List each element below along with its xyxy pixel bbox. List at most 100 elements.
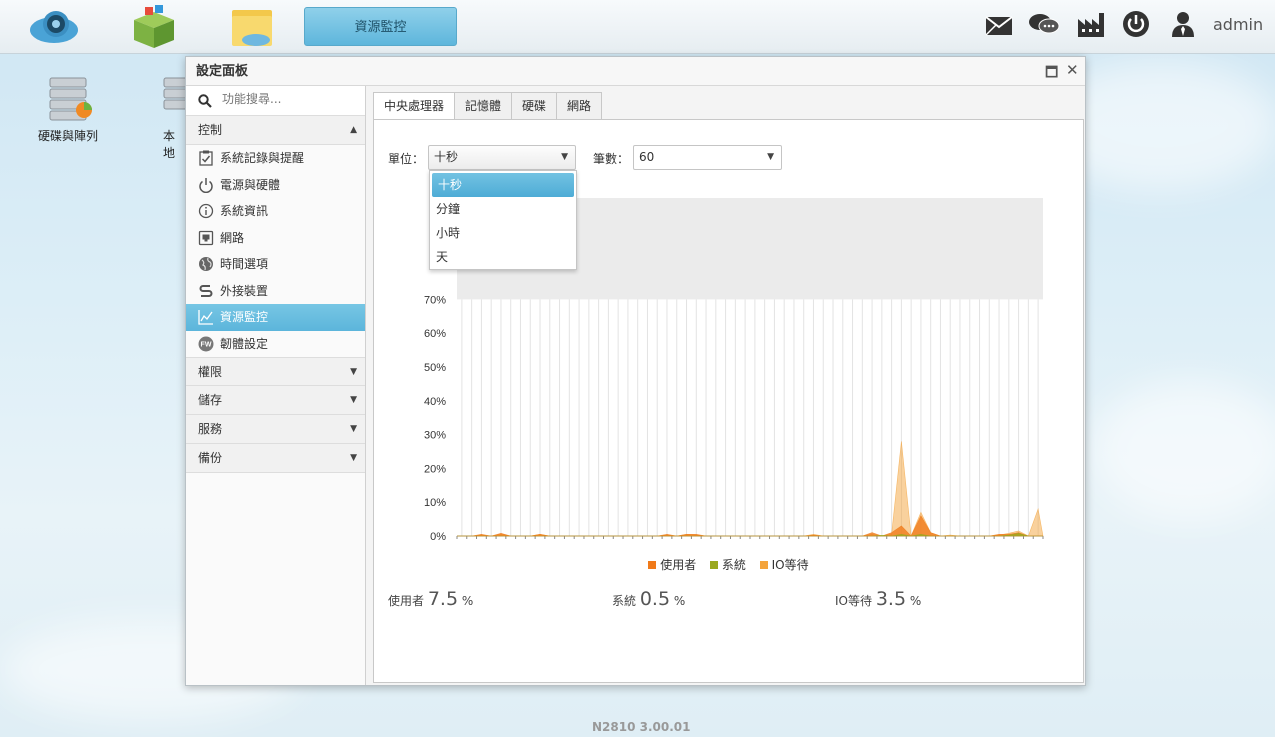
count-label: 筆數： [593, 152, 630, 166]
tab-disk[interactable]: 硬碟 [511, 92, 558, 120]
section-backup[interactable]: 備份 ▼ [186, 444, 365, 473]
unit-select-value: 十秒 [434, 150, 459, 164]
folder-icon[interactable] [228, 4, 276, 50]
legend-swatch-user [648, 561, 657, 569]
y-tick-label: 50% [424, 362, 446, 374]
chevron-down-icon: ▼ [350, 424, 357, 434]
storage-icon [163, 77, 186, 110]
section-permissions[interactable]: 權限 ▼ [186, 357, 365, 386]
info-icon [198, 203, 214, 219]
sidebar-item-label: 時間選項 [220, 257, 269, 271]
chart-icon [198, 310, 213, 325]
stat-iowait: IO等待 3.5 % [835, 588, 921, 610]
legend-label-user: 使用者 [660, 558, 697, 572]
sidebar-item-system-log[interactable]: 系統記錄與提醒 [186, 145, 365, 172]
sidebar-item-label: 韌體設定 [220, 336, 269, 351]
section-storage[interactable]: 儲存 ▼ [186, 386, 365, 415]
desktop-icon-label: 硬碟與陣列 [37, 129, 98, 143]
unit-option-10s[interactable]: 十秒 [432, 173, 574, 197]
package-icon[interactable] [128, 4, 180, 50]
chat-icon[interactable] [1028, 9, 1060, 39]
sidebar-item-network[interactable]: 網路 [186, 225, 365, 252]
sidebar-item-label: 網路 [220, 230, 245, 245]
network-icon [198, 230, 214, 245]
stat-unit: % [909, 594, 922, 608]
unit-option-hour[interactable]: 小時 [430, 221, 576, 245]
tab-bar: 中央處理器 記憶體 硬碟 網路 [373, 92, 603, 120]
tab-memory[interactable]: 記憶體 [454, 92, 513, 120]
window-title: 設定面板 [186, 57, 1085, 86]
y-tick-label: 40% [424, 396, 446, 408]
chart-legend: 使用者 系統 IO等待 [374, 556, 1083, 573]
desktop-icon-storage[interactable]: 本地 [156, 76, 186, 161]
power-icon[interactable] [1121, 9, 1151, 39]
unit-select[interactable]: 十秒 ▼ [428, 145, 576, 170]
unit-dropdown-menu: 十秒 分鐘 小時 天 [429, 170, 577, 270]
sidebar-item-label: 系統記錄與提醒 [220, 151, 305, 165]
search-box[interactable] [186, 86, 365, 116]
sidebar-item-resource-monitor[interactable]: 資源監控 [186, 304, 365, 331]
username-label[interactable]: admin [1213, 15, 1263, 34]
count-select[interactable]: 60 ▼ [633, 145, 782, 170]
section-label: 控制 [198, 123, 223, 137]
sidebar-item-external[interactable]: 外接裝置 [186, 278, 365, 305]
svg-text:FW: FW [201, 341, 212, 348]
active-app-button[interactable]: 資源監控 [304, 7, 457, 46]
search-icon [198, 94, 212, 108]
sidebar-item-time[interactable]: 時間選項 [186, 251, 365, 278]
search-input[interactable] [222, 92, 352, 106]
stat-label: 系統 [612, 594, 637, 608]
user-icon[interactable] [1168, 9, 1198, 39]
settings-window: 設定面板 🗖 ✕ 控制 ▲ 系統記錄與提醒 電源與硬體 系統資訊 [185, 56, 1086, 686]
stat-unit: % [673, 594, 686, 608]
y-tick-label: 30% [424, 430, 446, 442]
mail-icon[interactable] [984, 9, 1014, 39]
maximize-icon[interactable]: 🗖 [1045, 62, 1058, 86]
section-services[interactable]: 服務 ▼ [186, 415, 365, 444]
section-control[interactable]: 控制 ▲ [186, 116, 365, 145]
desktop-icon-disk-array[interactable]: 硬碟與陣列 [34, 76, 102, 144]
tab-network[interactable]: 網路 [556, 92, 603, 120]
sidebar-item-firmware[interactable]: FW 韌體設定 [186, 331, 365, 358]
close-icon[interactable]: ✕ [1066, 61, 1079, 79]
y-tick-label: 0% [430, 531, 446, 543]
y-tick-label: 10% [424, 497, 446, 509]
caret-down-icon: ▼ [561, 152, 568, 162]
unit-option-minute[interactable]: 分鐘 [430, 197, 576, 221]
section-label: 備份 [198, 451, 223, 465]
sidebar-item-label: 資源監控 [220, 310, 269, 324]
sidebar-item-label: 電源與硬體 [220, 177, 281, 192]
y-tick-label: 60% [424, 328, 446, 340]
stat-label: IO等待 [835, 594, 872, 608]
sidebar-item-power[interactable]: 電源與硬體 [186, 172, 365, 199]
content-area: 中央處理器記憶體硬碟網路 單位： 十秒 ▼ 筆數： 60 ▼ 109870%60… [368, 86, 1085, 685]
tab-cpu[interactable]: 中央處理器 [373, 92, 456, 120]
stat-value: 7.5 [427, 588, 459, 610]
stat-system: 系統 0.5 % [612, 588, 685, 610]
y-tick-label: 20% [424, 463, 446, 475]
version-label: N2810 3.00.01 [592, 720, 691, 734]
stat-user: 使用者 7.5 % [388, 588, 473, 610]
stat-value: 3.5 [875, 588, 907, 610]
sidebar-item-label: 系統資訊 [220, 204, 269, 218]
sidebar: 控制 ▲ 系統記錄與提醒 電源與硬體 系統資訊 網路 時間選項 外接裝置 [186, 86, 366, 685]
background-cloud [1090, 380, 1275, 520]
legend-swatch-iowait [759, 561, 768, 569]
taskbar: 資源監控 admin [0, 0, 1275, 54]
sidebar-item-system-info[interactable]: 系統資訊 [186, 198, 365, 225]
unit-option-day[interactable]: 天 [430, 245, 576, 269]
chevron-down-icon: ▼ [350, 395, 357, 405]
chevron-down-icon: ▼ [350, 453, 357, 463]
caret-down-icon: ▼ [767, 152, 774, 162]
firmware-icon: FW [198, 336, 214, 351]
power-icon [199, 177, 213, 193]
legend-label-system: 系統 [721, 558, 746, 572]
cpu-panel: 單位： 十秒 ▼ 筆數： 60 ▼ 109870%60%50%40%30%20%… [373, 119, 1084, 683]
section-label: 權限 [198, 365, 223, 379]
stat-value: 0.5 [639, 588, 671, 610]
factory-icon[interactable] [1076, 9, 1106, 39]
checklist-icon [199, 150, 213, 166]
stat-unit: % [461, 594, 474, 608]
cloud-logo-icon[interactable] [28, 4, 80, 50]
usb-icon [199, 284, 213, 297]
